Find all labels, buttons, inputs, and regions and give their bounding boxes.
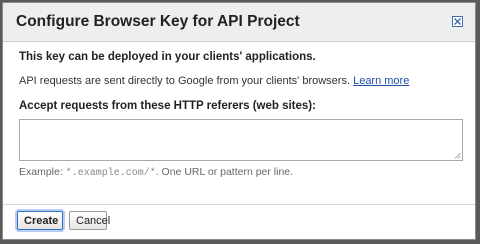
create-button[interactable]: Create — [17, 211, 63, 230]
referers-input[interactable] — [19, 119, 463, 161]
resize-grip-icon[interactable] — [454, 152, 461, 159]
example-suffix: . One URL or pattern per line. — [155, 166, 294, 178]
dialog-button-bar: Create Cancel — [3, 204, 475, 235]
dialog-header: Configure Browser Key for API Project — [3, 3, 475, 42]
info-text: API requests are sent directly to Google… — [19, 75, 351, 87]
referers-field-label: Accept requests from these HTTP referers… — [19, 100, 316, 112]
example-prefix: Example: — [19, 166, 63, 178]
cancel-button[interactable]: Cancel — [69, 211, 110, 230]
learn-more-link[interactable]: Learn more — [353, 75, 409, 87]
deploy-note: This key can be deployed in your clients… — [19, 51, 316, 63]
dialog-title: Configure Browser Key for API Project — [16, 13, 300, 30]
close-icon[interactable] — [452, 16, 463, 27]
info-text-line: API requests are sent directly to Google… — [19, 75, 409, 87]
configure-browser-key-dialog: Configure Browser Key for API Project Th… — [2, 2, 476, 240]
dialog-body: This key can be deployed in your clients… — [3, 42, 475, 239]
example-code: *.example.com/* — [65, 168, 156, 179]
example-hint: Example: *.example.com/*. One URL or pat… — [19, 166, 293, 179]
